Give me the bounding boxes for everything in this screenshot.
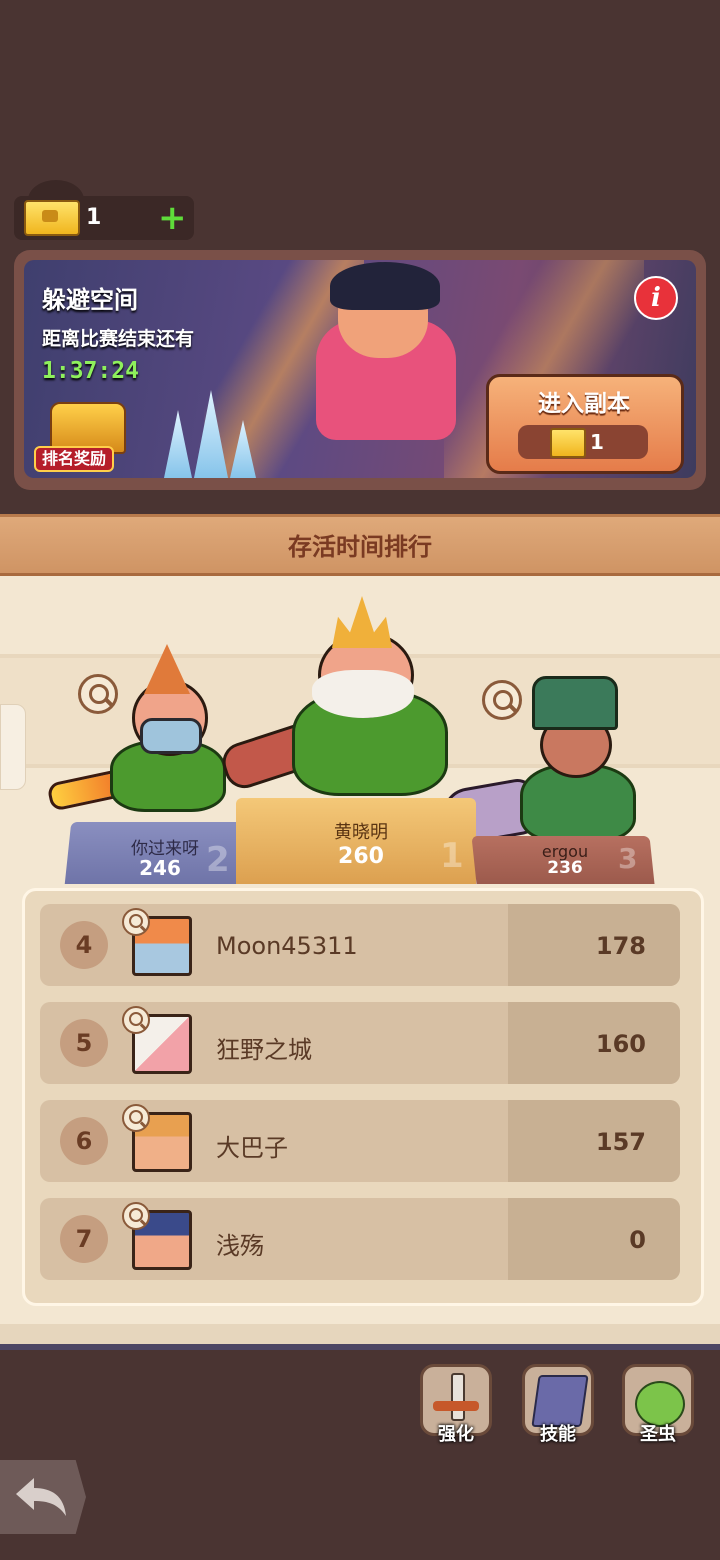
player-name: 狂野之城 bbox=[216, 1036, 312, 1064]
player-score: 0 bbox=[629, 1226, 646, 1254]
sword-icon bbox=[451, 1373, 465, 1421]
leaderboard-title: 存活时间排行 bbox=[288, 533, 432, 561]
score-cell bbox=[508, 904, 680, 986]
panel-bottom-edge bbox=[0, 1324, 720, 1350]
score-cell bbox=[508, 1198, 680, 1280]
view-profile-icon[interactable] bbox=[122, 1104, 150, 1132]
upgrade-label: 强化 bbox=[438, 1424, 474, 1445]
enter-dungeon-label: 进入副本 bbox=[538, 391, 630, 417]
rank-number: 6 bbox=[60, 1117, 108, 1165]
podium-rank-1-name: 黄晓明 bbox=[334, 822, 388, 843]
score-cell bbox=[508, 1100, 680, 1182]
ranking-row[interactable]: 7 浅殇 0 bbox=[40, 1198, 680, 1280]
skills-label: 技能 bbox=[540, 1424, 576, 1445]
ticket-count: 1 bbox=[86, 205, 102, 230]
podium-rank-3-score: 236 bbox=[547, 858, 583, 878]
beetle-label: 圣虫 bbox=[640, 1424, 676, 1445]
white-beard bbox=[312, 670, 414, 718]
ticket-icon bbox=[550, 428, 586, 458]
helmet bbox=[532, 676, 618, 730]
info-icon[interactable]: i bbox=[634, 276, 678, 320]
ranking-row[interactable]: 4 Moon45311 178 bbox=[40, 904, 680, 986]
podium-rank-1-score: 260 bbox=[338, 844, 384, 869]
player-name: Moon45311 bbox=[216, 932, 358, 960]
view-profile-rank-2-icon[interactable] bbox=[78, 674, 118, 714]
ranking-row[interactable]: 6 大巴子 157 bbox=[40, 1100, 680, 1182]
enter-cost: 1 bbox=[590, 430, 604, 454]
rank-number: 5 bbox=[60, 1019, 108, 1067]
gas-mask bbox=[140, 718, 202, 754]
view-profile-icon[interactable] bbox=[122, 1202, 150, 1230]
player-score: 157 bbox=[595, 1128, 646, 1156]
score-cell bbox=[508, 1002, 680, 1084]
view-profile-rank-3-icon[interactable] bbox=[482, 680, 522, 720]
event-hero-hair bbox=[330, 262, 440, 310]
side-drawer-tab[interactable] bbox=[0, 704, 26, 790]
add-ticket-button[interactable]: + bbox=[158, 198, 187, 238]
player-name: 大巴子 bbox=[216, 1134, 288, 1162]
ranking-row[interactable]: 5 狂野之城 160 bbox=[40, 1002, 680, 1084]
countdown-label: 距离比赛结束还有 bbox=[42, 328, 195, 350]
view-profile-icon[interactable] bbox=[122, 908, 150, 936]
sword-guard bbox=[433, 1401, 479, 1411]
rank-number: 7 bbox=[60, 1215, 108, 1263]
player-score: 178 bbox=[595, 932, 646, 960]
podium-rank-2-score: 246 bbox=[139, 856, 181, 880]
crystal-icon bbox=[164, 410, 192, 478]
ranking-reward-button[interactable]: 排名奖励 bbox=[34, 446, 115, 472]
countdown-timer: 1:37:24 bbox=[42, 358, 139, 384]
player-score: 160 bbox=[595, 1030, 646, 1058]
ticket-icon bbox=[24, 200, 80, 236]
back-arrow-icon bbox=[16, 1478, 66, 1516]
back-button[interactable] bbox=[0, 1460, 86, 1534]
player-name: 浅殇 bbox=[216, 1232, 264, 1260]
event-title: 躲避空间 bbox=[42, 286, 138, 314]
view-profile-icon[interactable] bbox=[122, 1006, 150, 1034]
rank-number: 4 bbox=[60, 921, 108, 969]
